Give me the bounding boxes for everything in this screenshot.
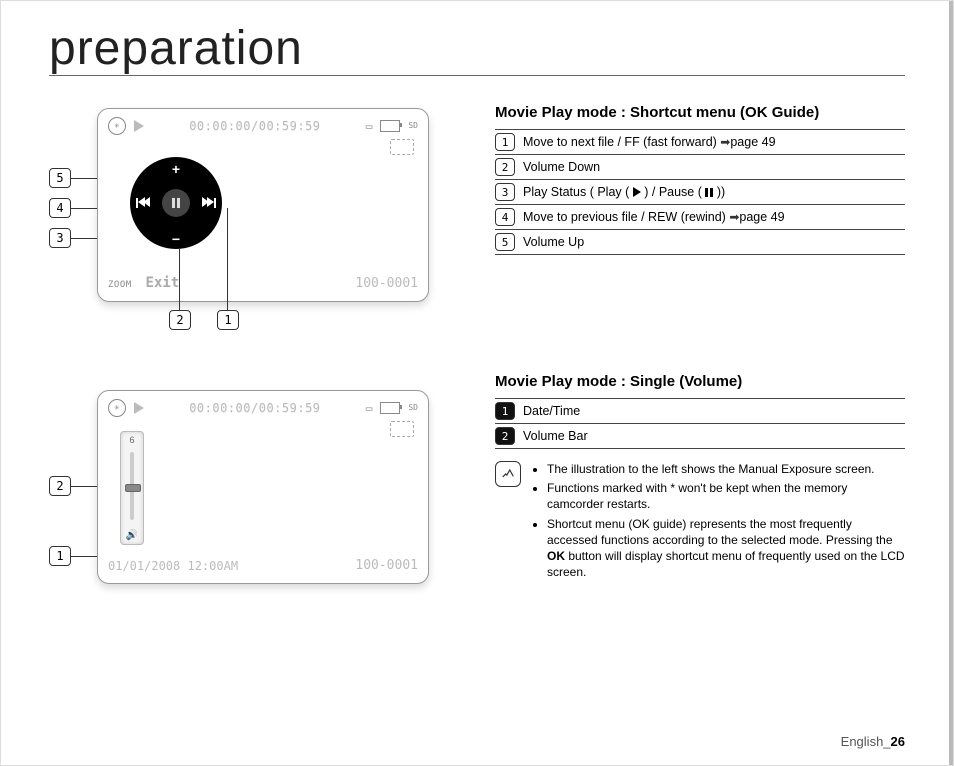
file-number-2: 100-0001 xyxy=(355,558,418,573)
notes-block: The illustration to the left shows the M… xyxy=(495,461,905,583)
screen-topbar: ✳ 00:00:00/00:59:59 ▭ SD xyxy=(108,117,418,135)
callout-2-line xyxy=(179,248,180,310)
volume-bar: 6 🔊 xyxy=(120,431,144,545)
timer-text: 00:00:00/00:59:59 xyxy=(152,119,358,133)
battery-icon xyxy=(380,402,400,414)
page-footer: English_26 xyxy=(841,734,905,749)
note-3: Shortcut menu (OK guide) represents the … xyxy=(547,516,905,581)
screen-ok-guide: ✳ 00:00:00/00:59:59 ▭ SD + − xyxy=(97,108,429,302)
single-row-1: 1 Date/Time xyxy=(495,399,905,424)
card-icon: ▭ xyxy=(366,120,373,133)
row-3-text: Play Status ( Play ( ) / Pause ( )) xyxy=(523,185,905,199)
zoom-label: ZOOM xyxy=(108,280,132,290)
row-3: 3 Play Status ( Play ( ) / Pause ( )) xyxy=(495,180,905,205)
frame-size-icon xyxy=(390,139,414,155)
timer-text-2: 00:00:00/00:59:59 xyxy=(152,401,358,415)
single-row-2: 2 Volume Bar xyxy=(495,424,905,449)
note-2: Functions marked with * won't be kept wh… xyxy=(547,480,905,512)
minus-icon: − xyxy=(172,231,180,247)
row-1: 1 Move to next file / FF (fast forward) … xyxy=(495,130,905,155)
single-heading: Movie Play mode : Single (Volume) xyxy=(495,373,905,390)
single-figure: 2 1 ✳ 00:00:00/00:59:59 ▭ SD xyxy=(49,390,459,600)
callout-1-line xyxy=(227,208,228,310)
callout-1: 1 xyxy=(217,310,239,330)
play-icon xyxy=(134,402,144,414)
sd-icon: SD xyxy=(408,122,418,130)
title-rule xyxy=(49,75,905,76)
reel-icon: ✳ xyxy=(108,399,126,417)
row-2: 2 Volume Down xyxy=(495,155,905,180)
datetime-text: 01/01/2008 12:00AM xyxy=(108,559,238,573)
callout-2: 2 xyxy=(169,310,191,330)
frame-size-icon xyxy=(390,421,414,437)
arrow-icon: ➡ xyxy=(729,210,739,224)
row-5: 5 Volume Up xyxy=(495,230,905,255)
page-edge xyxy=(949,1,953,765)
reel-icon: ✳ xyxy=(108,117,126,135)
sd-icon: SD xyxy=(408,404,418,412)
note-1: The illustration to the left shows the M… xyxy=(547,461,905,477)
ok-guide-figure: 5 4 3 ✳ 00:00:00/00:59:59 ▭ SD xyxy=(49,108,459,338)
control-pad: + − xyxy=(130,157,222,249)
ok-guide-rows: 1 Move to next file / FF (fast forward) … xyxy=(495,129,905,255)
play-icon xyxy=(134,120,144,132)
ff-icon xyxy=(204,194,216,212)
play-glyph-icon xyxy=(633,187,641,197)
ok-guide-heading: Movie Play mode : Shortcut menu (OK Guid… xyxy=(495,104,905,121)
vol-level: 6 xyxy=(121,435,143,445)
exit-label: Exit xyxy=(146,275,180,291)
speaker-icon: 🔊 xyxy=(121,530,143,541)
pause-center-icon xyxy=(162,189,190,217)
file-number: 100-0001 xyxy=(355,276,418,291)
row-4: 4 Move to previous file / REW (rewind) ➡… xyxy=(495,205,905,230)
screen-bottombar: ZOOM Exit 100-0001 xyxy=(108,275,418,291)
single-rows: 1 Date/Time 2 Volume Bar xyxy=(495,398,905,449)
screen-topbar-2: ✳ 00:00:00/00:59:59 ▭ SD xyxy=(108,399,418,417)
volume-thumb xyxy=(125,484,141,492)
page-title: preparation xyxy=(49,25,905,73)
note-icon xyxy=(495,461,521,487)
rew-icon xyxy=(136,194,148,212)
pause-glyph-icon xyxy=(705,188,713,197)
plus-icon: + xyxy=(172,161,180,177)
card-icon: ▭ xyxy=(366,402,373,415)
screen-bottombar-2: 01/01/2008 12:00AM 100-0001 xyxy=(108,558,418,573)
battery-icon xyxy=(380,120,400,132)
screen-single: ✳ 00:00:00/00:59:59 ▭ SD 6 🔊 xyxy=(97,390,429,584)
arrow-icon: ➡ xyxy=(720,135,730,149)
